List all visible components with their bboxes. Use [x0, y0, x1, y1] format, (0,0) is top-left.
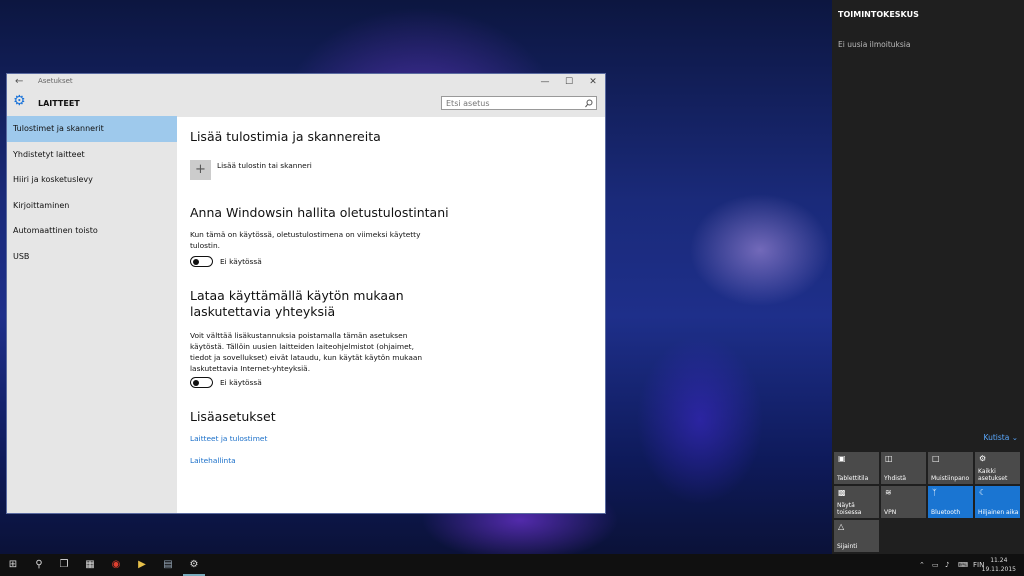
task-view-icon[interactable]: ❐	[53, 554, 75, 576]
tray-up-chevron-icon[interactable]: ⌃	[919, 554, 925, 576]
tile-vpn[interactable]: ≋ VPN	[881, 486, 926, 518]
device-manager-link[interactable]: Laitehallinta	[190, 456, 236, 465]
tile-project[interactable]: ▩ Näytä toisessa	[834, 486, 879, 518]
sidebar-item-printers[interactable]: Tulostimet ja skannerit	[7, 116, 177, 142]
chrome-icon[interactable]: ◉	[105, 554, 127, 576]
default-printer-toggle[interactable]	[190, 256, 213, 267]
tile-connect[interactable]: ◫ Yhdistä	[881, 452, 926, 484]
default-printer-description: Kun tämä on käytössä, oletustulostimena …	[190, 230, 421, 250]
add-printer-button[interactable]: Lisää tulostin tai skanneri	[217, 160, 312, 171]
tile-label: Muistiinpano	[931, 475, 970, 482]
search-input[interactable]	[442, 97, 576, 109]
clock-date: 19.11.2015	[981, 566, 1016, 573]
sidebar-item-mouse[interactable]: Hiiri ja kosketuslevy	[7, 167, 177, 193]
back-arrow-icon[interactable]: ←	[15, 76, 23, 87]
project-icon: ▩	[838, 488, 846, 497]
settings-window: ← Asetukset — ☐ ✕ ⚙ LAITTEET Tulostimet …	[7, 74, 605, 513]
tile-location[interactable]: △ Sijainti	[834, 520, 879, 552]
store-icon[interactable]: ▦	[79, 554, 101, 576]
sidebar-item-autoplay[interactable]: Automaattinen toisto	[7, 218, 177, 244]
add-printers-heading: Lisää tulostimia ja skannereita	[190, 129, 381, 144]
add-printer-plus-icon[interactable]: +	[190, 160, 211, 180]
tile-label: Bluetooth	[931, 509, 961, 516]
settings-gear-icon[interactable]: ⚙	[183, 554, 205, 576]
chevron-down-icon: ⌄	[1011, 433, 1018, 442]
search-icon[interactable]: ⚲	[28, 554, 50, 576]
clock[interactable]: 11.24 19.11.2015	[982, 556, 1016, 574]
collapse-link[interactable]: Kutista ⌄	[984, 433, 1018, 442]
gear-icon: ⚙	[979, 454, 987, 463]
sidebar-item-connected-devices[interactable]: Yhdistetyt laitteet	[7, 142, 177, 168]
section-title: LAITTEET	[38, 99, 80, 108]
more-settings-heading: Lisäasetukset	[190, 409, 276, 424]
network-app-icon[interactable]: ▤	[157, 554, 179, 576]
tile-label: Näytä toisessa	[837, 502, 862, 516]
note-icon: □	[932, 454, 940, 463]
minimize-button[interactable]: —	[533, 75, 557, 89]
gear-icon: ⚙	[13, 93, 26, 109]
title-bar[interactable]: ← Asetukset — ☐ ✕	[7, 74, 605, 90]
tile-all-settings[interactable]: ⚙ Kaikki asetukset	[975, 452, 1020, 484]
default-printer-toggle-label: Ei käytössä	[220, 257, 262, 266]
window-title: Asetukset	[38, 77, 73, 85]
moon-icon: ☾	[979, 488, 987, 497]
taskbar: ⊞ ⚲ ❐ ▦ ◉ ▶ ▤ ⚙ ⌃ ▭ ♪ ⌨ FIN 11.24 19.11.…	[0, 554, 1024, 576]
metered-description: Voit välttää lisäkustannuksia poistamall…	[190, 331, 423, 373]
metered-toggle-label: Ei käytössä	[220, 378, 262, 387]
start-windows-icon[interactable]: ⊞	[2, 554, 24, 576]
bluetooth-icon: ᛉ	[932, 488, 937, 497]
search-icon[interactable]	[585, 99, 593, 109]
tile-tablet-mode[interactable]: ▣ Tablettitila	[834, 452, 879, 484]
tablet-icon: ▣	[838, 454, 846, 463]
tile-label: VPN	[884, 509, 897, 516]
tile-label: Tablettitila	[837, 475, 869, 482]
tile-bluetooth[interactable]: ᛉ Bluetooth	[928, 486, 973, 518]
metered-heading: Lataa käyttämällä käytön mukaan laskutet…	[190, 288, 404, 319]
action-center: TOIMINTOKESKUS Ei uusia ilmoituksia Kuti…	[832, 0, 1024, 554]
search-box[interactable]	[441, 96, 597, 110]
media-icon[interactable]: ▶	[131, 554, 153, 576]
toggle-knob	[193, 258, 199, 265]
tile-label: Yhdistä	[884, 475, 907, 482]
sidebar: Tulostimet ja skannerit Yhdistetyt laitt…	[7, 116, 177, 513]
metered-toggle[interactable]	[190, 377, 213, 388]
tile-quiet-hours[interactable]: ☾ Hiljainen aika	[975, 486, 1020, 518]
close-button[interactable]: ✕	[581, 75, 605, 89]
tile-note[interactable]: □ Muistiinpano	[928, 452, 973, 484]
action-center-title: TOIMINTOKESKUS	[838, 10, 919, 19]
settings-header: ⚙ LAITTEET	[7, 90, 605, 117]
no-notifications-text: Ei uusia ilmoituksia	[838, 40, 911, 49]
devices-printers-link[interactable]: Laitteet ja tulostimet	[190, 434, 267, 443]
tray-volume-icon[interactable]: ♪	[945, 554, 949, 576]
sidebar-item-typing[interactable]: Kirjoittaminen	[7, 193, 177, 219]
tile-label: Hiljainen aika	[978, 509, 1019, 516]
collapse-label: Kutista	[983, 433, 1010, 442]
tile-label: Sijainti	[837, 543, 858, 550]
vpn-icon: ≋	[885, 488, 892, 497]
location-icon: △	[838, 522, 845, 531]
tile-label: Kaikki asetukset	[978, 468, 1008, 482]
default-printer-heading: Anna Windowsin hallita oletustulostintan…	[190, 205, 449, 220]
maximize-button[interactable]: ☐	[557, 75, 581, 89]
tray-keyboard-icon[interactable]: ⌨	[958, 554, 968, 576]
connect-icon: ◫	[885, 454, 893, 463]
clock-time: 11.24	[990, 557, 1008, 564]
tray-power-icon[interactable]: ▭	[932, 554, 939, 576]
sidebar-item-usb[interactable]: USB	[7, 244, 177, 270]
main-content: Lisää tulostimia ja skannereita + Lisää …	[190, 116, 605, 513]
toggle-knob	[193, 379, 199, 386]
